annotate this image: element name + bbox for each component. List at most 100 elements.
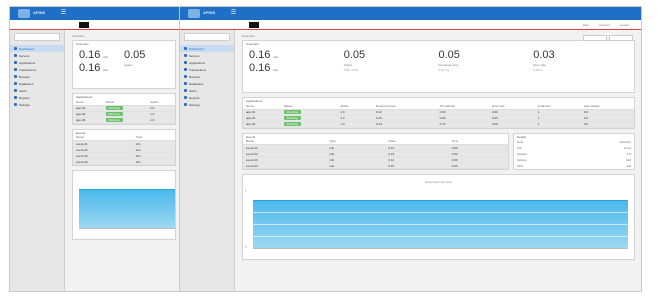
detail-row: CPU 2%: [514, 163, 634, 169]
table-cell: event-04: [73, 158, 133, 165]
detail-value: Linux: [623, 145, 631, 150]
server-icon: [184, 54, 187, 57]
account-link[interactable]: Account: [599, 23, 610, 27]
metric-sub: 0.50 ms: [438, 68, 450, 72]
sidebar-item-transactions[interactable]: Transactions: [10, 66, 64, 73]
chart-legend: Response time (ms): [425, 180, 452, 184]
detail-key: Version: [517, 151, 528, 156]
sidebar-item-databases[interactable]: Databases: [180, 80, 234, 87]
table-cell: event-04: [243, 162, 327, 169]
sidebar-item-settings[interactable]: Settings: [10, 101, 64, 108]
brand-name: APINS: [203, 10, 216, 15]
sidebar: Dashboard Servers Applications Transacti…: [10, 30, 65, 291]
help-link[interactable]: Help: [583, 23, 589, 27]
metric-apdex: 0.05 Apdex: [124, 50, 169, 84]
toolbar-button[interactable]: [249, 22, 259, 28]
chart-panel: [72, 170, 176, 240]
table-cell: info: [132, 158, 175, 165]
table-cell: 1.0: [337, 121, 373, 128]
metric-value: 0.16: [79, 49, 101, 61]
metric-unit: ms: [103, 55, 108, 59]
main-content: Overview Overview 0.16 ms 0.16 ms 0.05 A…: [66, 30, 182, 291]
sidebar-item-applications[interactable]: Applications: [10, 59, 64, 66]
sidebar-item-label: Applications: [19, 60, 36, 65]
metric-value: 0.05: [124, 49, 146, 61]
detail-key: Host: [517, 139, 524, 144]
sidebar-item-databases[interactable]: Databases: [10, 80, 64, 87]
area-chart: [79, 181, 175, 229]
alert-icon: [14, 89, 17, 92]
table-row[interactable]: app-03 Running 1.0 0.14 0.70 0.00 1 0.0: [243, 121, 634, 128]
filter-bar: [583, 35, 633, 41]
date-range-select[interactable]: [583, 35, 607, 41]
sidebar-item-transactions[interactable]: Transactions: [180, 66, 234, 73]
status-badge: Running: [283, 116, 301, 120]
gear-icon: [14, 103, 17, 106]
toolbar-button[interactable]: [79, 22, 89, 28]
sidebar-item-browser[interactable]: Browser: [180, 73, 234, 80]
logout-link[interactable]: Logout: [620, 23, 629, 27]
metric-value: 0.16: [249, 62, 271, 74]
status-badge: Running: [105, 118, 123, 122]
sidebar-item-label: Databases: [189, 81, 204, 86]
app-icon: [184, 61, 187, 64]
sidebar-item-servers[interactable]: Servers: [10, 52, 64, 59]
sidebar-item-label: Reports: [189, 95, 200, 100]
sidebar-item-reports[interactable]: Reports: [10, 94, 64, 101]
table-cell: 0.00: [448, 162, 508, 169]
sidebar-item-label: Transactions: [189, 67, 207, 72]
status-badge: Running: [105, 106, 123, 110]
metric-value: 0.16: [249, 49, 271, 61]
sidebar-item-browser[interactable]: Browser: [10, 73, 64, 80]
table-row[interactable]: app-03 Running 1.0: [73, 117, 175, 124]
table-row[interactable]: event-04 info: [73, 158, 175, 165]
main-content: Overview Overview 0.16 ms 0.16 ms 0.05 A…: [236, 30, 641, 291]
report-icon: [14, 96, 17, 99]
menu-icon[interactable]: ☰: [230, 10, 237, 17]
metric-label: Apdex: [343, 63, 353, 67]
sidebar-item-alerts[interactable]: Alerts: [10, 87, 64, 94]
events-panel: Events Name Type event-01 info event-02 inf…: [72, 128, 176, 166]
y-axis: 1 0: [245, 189, 247, 249]
metric-apdex: 0.05 Apdex 0.50 / 0.50: [344, 50, 439, 88]
table-cell: 0.10: [385, 162, 449, 169]
refresh-select[interactable]: [609, 35, 633, 41]
browser-window-left: APINS ☰ Dashboard Servers Applications T…: [9, 6, 183, 292]
sidebar-item-servers[interactable]: Servers: [180, 52, 234, 59]
sidebar-item-applications[interactable]: Applications: [180, 59, 234, 66]
sidebar-item-label: Transactions: [19, 67, 37, 72]
chart-series-area: [253, 199, 628, 248]
sidebar-item-dashboard[interactable]: Dashboard: [10, 45, 64, 52]
sidebar: Dashboard Servers Applications Transacti…: [180, 30, 235, 291]
sidebar-item-dashboard[interactable]: Dashboard: [180, 45, 234, 52]
apps-table: Name Status Apdex app-01 Running 1.0 app-0…: [73, 99, 175, 124]
sidebar-item-reports[interactable]: Reports: [180, 94, 234, 101]
gridline: [253, 224, 628, 226]
metric-label: Apdex: [124, 63, 133, 67]
metric-value: 0.03: [533, 49, 555, 61]
browser-icon: [14, 75, 17, 78]
sidebar-item-label: Browser: [189, 74, 201, 79]
area-chart: [253, 189, 628, 249]
detail-value: 12d: [625, 157, 631, 162]
sidebar-search-input[interactable]: [14, 33, 60, 41]
table-row[interactable]: event-04 info 0.10 0.00: [243, 162, 508, 169]
sidebar-item-alerts[interactable]: Alerts: [180, 87, 234, 94]
detail-value: 2%: [626, 163, 631, 168]
detail-key: CPU: [517, 163, 524, 168]
table-cell: 0.70: [436, 121, 489, 128]
overview-panel: Overview 0.16 ms 0.16 ms 0.05 Apdex: [72, 40, 176, 89]
metric-response-time: 0.05 Response time 0.50 ms: [439, 50, 534, 88]
sidebar-search-input[interactable]: [184, 33, 230, 41]
table-cell: app-03: [73, 117, 103, 124]
detail-key: OS: [517, 145, 522, 150]
transaction-icon: [184, 68, 187, 71]
sidebar-item-settings[interactable]: Settings: [180, 101, 234, 108]
dashboard-icon: [184, 47, 187, 50]
menu-icon[interactable]: ☰: [60, 10, 67, 17]
detail-value: 1.0: [626, 151, 631, 156]
detail-value: server01: [619, 139, 631, 144]
browser-icon: [184, 75, 187, 78]
metric-left: 0.16 ms 0.16 ms: [79, 50, 124, 84]
details-panel: Details Host server01 OS Linux Version 1.0 …: [513, 132, 635, 170]
